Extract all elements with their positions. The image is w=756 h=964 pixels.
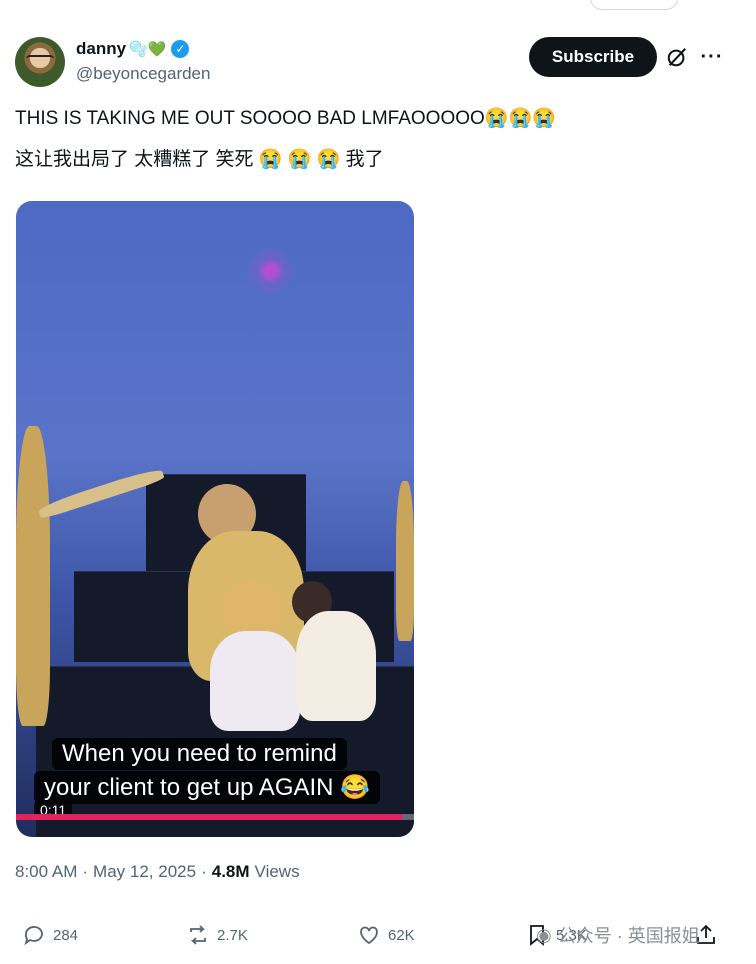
meta-separator: · <box>82 862 89 881</box>
video-progress-bar[interactable] <box>16 814 414 820</box>
video-progress-fill <box>16 814 403 820</box>
repost-button[interactable]: 2.7K <box>186 923 248 947</box>
like-button[interactable]: 62K <box>357 923 415 947</box>
tweet-meta: 8:00 AM · May 12, 2025 · 4.8M Views <box>15 862 300 882</box>
handle[interactable]: @beyoncegarden <box>76 64 210 84</box>
verified-icon[interactable]: ✓ <box>171 40 190 58</box>
author-name-row: danny 🫧💚 ✓ <box>76 39 190 59</box>
more-icon[interactable]: ··· <box>700 46 724 68</box>
video-caption-line-2: your client to get up AGAIN 😂 <box>34 771 381 804</box>
meta-separator-2: · <box>201 862 207 881</box>
repost-icon <box>190 925 206 945</box>
repost-count: 2.7K <box>217 926 248 944</box>
reply-button[interactable]: 284 <box>22 923 78 947</box>
watermark-text: 公众号 · 英国报姐 <box>557 926 700 946</box>
wechat-icon: ◉ <box>536 924 552 945</box>
tweet-date[interactable]: May 12, 2025 <box>93 862 196 882</box>
tweet-time[interactable]: 8:00 AM <box>15 862 77 882</box>
views-label: Views <box>254 862 300 881</box>
like-count: 62K <box>388 926 415 944</box>
video-caption-line-1: When you need to remind <box>52 738 347 770</box>
views-count: 4.8M <box>211 862 250 881</box>
display-name[interactable]: danny <box>76 39 126 59</box>
subscribe-button[interactable]: Subscribe <box>529 37 657 77</box>
top-cut-off-button <box>590 0 678 10</box>
tweet-text-line-1: THIS IS TAKING ME OUT SOOOO BAD LMFAOOOO… <box>15 108 556 129</box>
grok-icon[interactable] <box>666 46 688 68</box>
tweet-text-line-2: 这让我出局了 太糟糕了 笑死 😭 😭 😭 我了 <box>15 149 384 170</box>
like-icon <box>360 926 378 945</box>
avatar[interactable] <box>15 37 65 87</box>
name-emoji: 🫧💚 <box>129 40 167 58</box>
reply-count: 284 <box>53 926 79 944</box>
reply-icon <box>24 926 43 946</box>
watermark: ◉ 公众号 · 英国报姐 <box>536 922 700 948</box>
